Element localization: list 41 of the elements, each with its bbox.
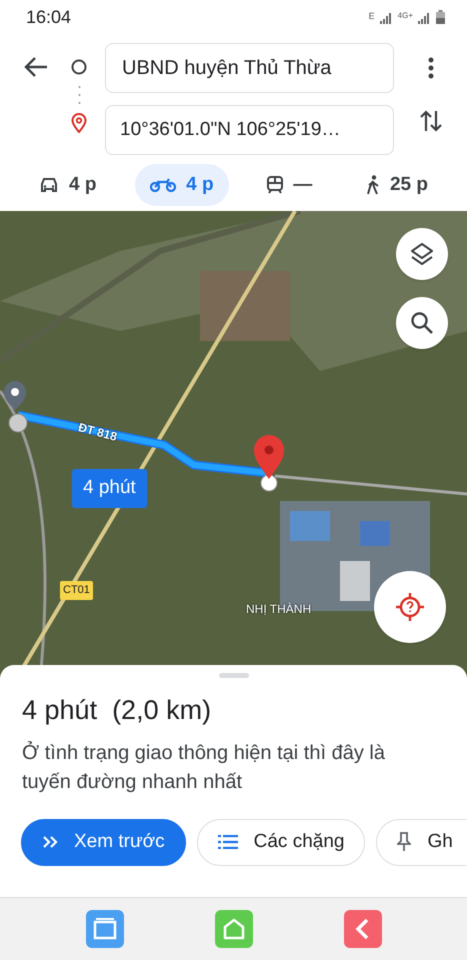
pin-button[interactable]: Gh (376, 818, 466, 866)
destination-field[interactable]: 10°36'01.0"N 106°25'19… (105, 105, 394, 155)
list-icon (218, 835, 238, 849)
route-summary-title: 4 phút (2,0 km) (21, 694, 212, 727)
recent-apps-icon[interactable] (86, 910, 124, 948)
dotted-connector-icon (78, 85, 80, 105)
travel-mode-tab[interactable]: — (252, 164, 328, 206)
travel-mode-tab[interactable]: 25 p (350, 164, 443, 206)
signal-icon (380, 12, 393, 24)
swap-arrows-icon[interactable] (420, 109, 442, 133)
more-options-icon[interactable] (428, 57, 434, 79)
travel-mode-tab[interactable]: 4 p (24, 164, 112, 206)
origin-circle-icon (71, 59, 87, 75)
road-label: ĐT 818 (76, 419, 120, 446)
train-icon (267, 176, 284, 194)
travel-mode-tab[interactable]: 4 p (135, 164, 229, 206)
preview-button[interactable]: Xem trước (21, 818, 186, 866)
drag-handle[interactable] (218, 673, 248, 678)
car-icon (39, 177, 59, 193)
double-chevron-icon (42, 836, 58, 848)
highway-label: CT01 (60, 581, 93, 600)
back-icon[interactable] (344, 910, 382, 948)
layers-icon (410, 242, 434, 266)
motorbike-icon (150, 178, 176, 192)
search-icon (410, 311, 434, 335)
location-unknown-icon (395, 592, 425, 622)
destination-pin-icon (252, 433, 286, 493)
route-duration-label[interactable]: 4 phút (72, 469, 147, 508)
network-type: 4G+ (398, 10, 413, 22)
steps-button[interactable]: Các chặng (196, 818, 366, 866)
place-label: NHỊ THÀNH (246, 601, 312, 618)
origin-field[interactable]: UBND huyện Thủ Thừa (105, 43, 394, 93)
network-type: E (368, 10, 375, 23)
location-pin-icon (71, 113, 87, 133)
route-description: Ở tình trạng giao thông hiện tại thì đây là tuyến đường nhanh nhất (21, 740, 386, 794)
battery-icon (436, 10, 445, 24)
pushpin-icon (397, 832, 412, 852)
back-arrow-icon[interactable] (24, 56, 48, 78)
signal-icon (418, 12, 431, 24)
walking-person-icon (366, 175, 380, 195)
status-time: 16:04 (26, 6, 72, 28)
